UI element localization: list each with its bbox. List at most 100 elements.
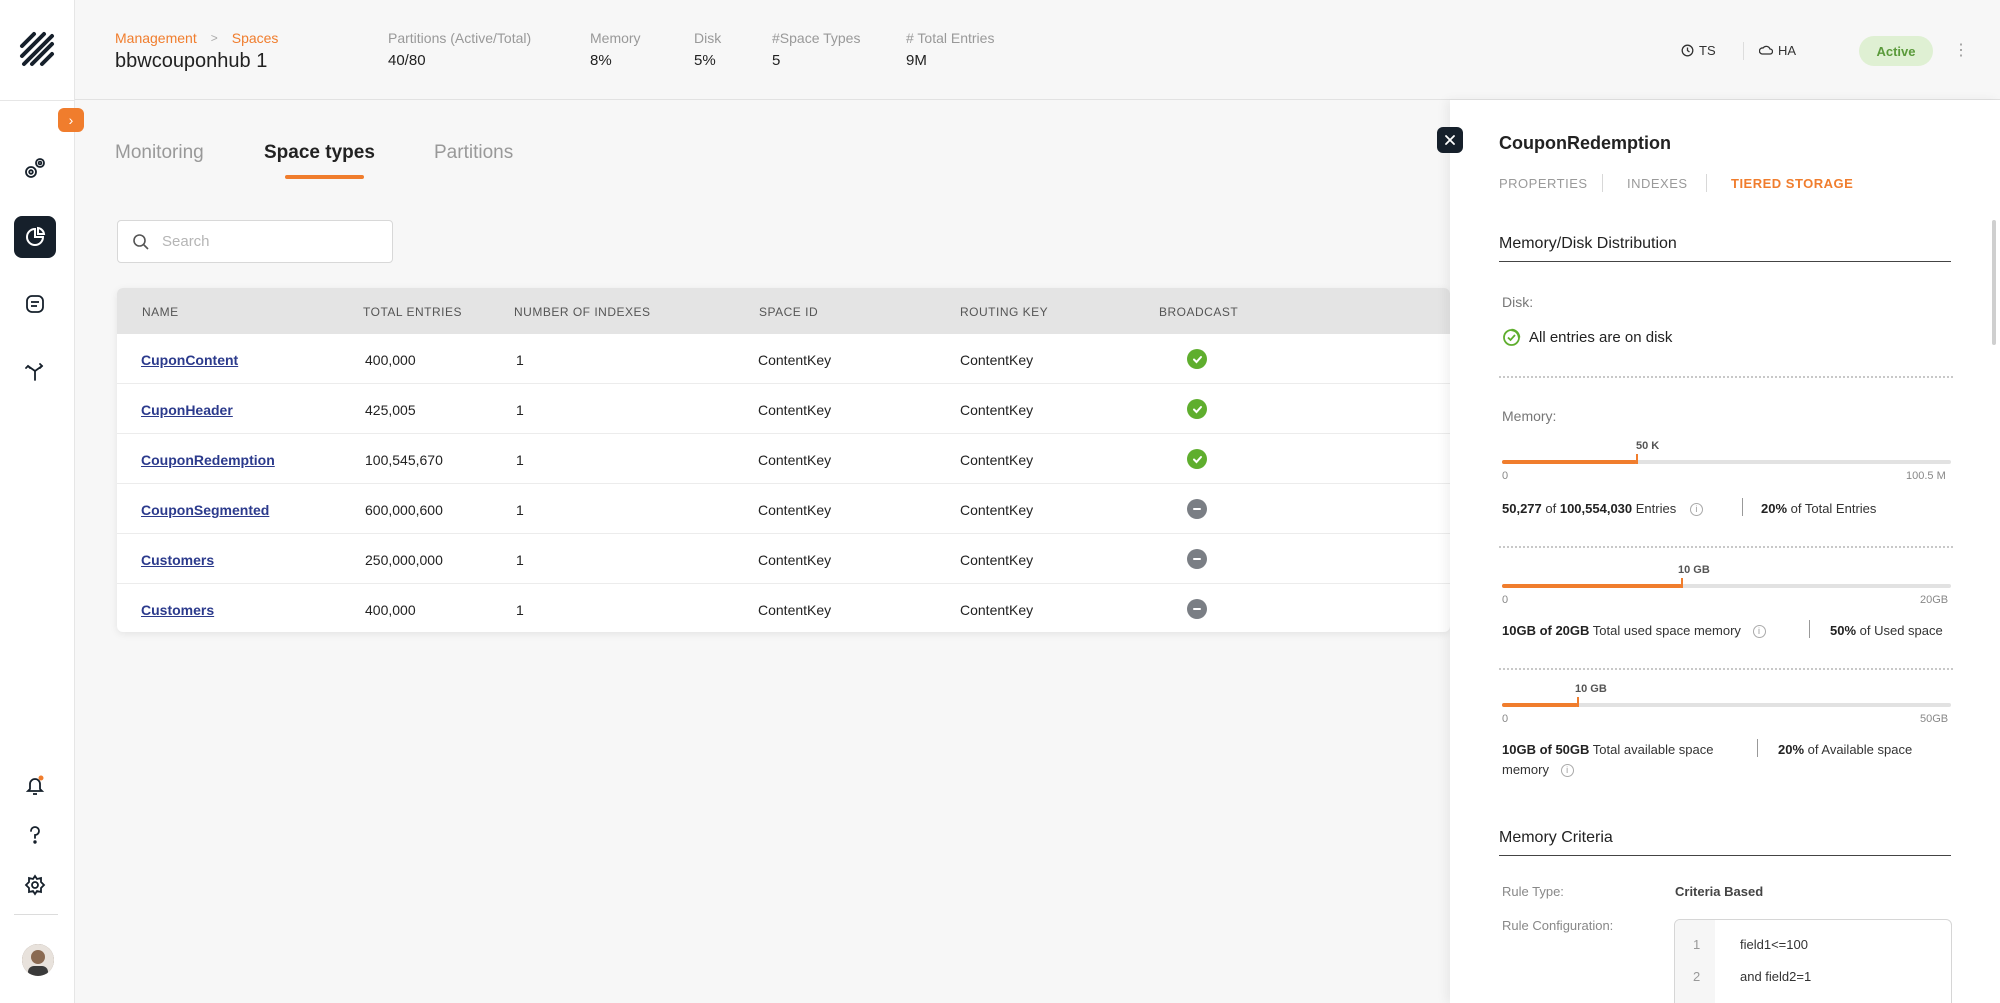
panel-tab-indexes[interactable]: INDEXES [1627, 176, 1688, 191]
table-row[interactable]: Customers 250,000,000 1 ContentKey ContentKe… [117, 534, 1450, 584]
search-input[interactable] [162, 233, 362, 250]
stat-value: 9M [906, 52, 927, 69]
column-header-indexes[interactable]: NUMBER OF INDEXES [514, 305, 651, 319]
rail-bottom-divider [14, 914, 58, 915]
table-row[interactable]: CouponRedemption 100,545,670 1 ContentKey Co… [117, 434, 1450, 484]
nav-settings-cluster[interactable] [14, 148, 56, 190]
nav-routes[interactable] [14, 350, 56, 392]
nav-notifications[interactable] [14, 764, 56, 806]
chip-ts[interactable]: TS [1681, 43, 1716, 58]
breadcrumb-spaces[interactable]: Spaces [232, 30, 279, 46]
search-icon [133, 233, 149, 250]
stat-value: 8% [590, 52, 612, 69]
column-header-routing-key[interactable]: ROUTING KEY [960, 305, 1048, 319]
pie-chart-icon [26, 226, 46, 246]
code-line: field1<=100 [1740, 937, 1808, 952]
table-row[interactable]: CuponHeader 425,005 1 ContentKey ContentKey [117, 384, 1450, 434]
stat-space-types: #Space Types 5 [772, 30, 860, 69]
used-percentage: 50% of Used space [1830, 623, 1943, 638]
memory-label: Memory: [1502, 408, 1557, 424]
line-number: 2 [1693, 969, 1701, 984]
space-type-link[interactable]: CouponSegmented [141, 502, 269, 518]
bell-icon [25, 775, 45, 795]
entries-pct-label: of Total Entries [1787, 501, 1877, 516]
entries-bar [1502, 454, 1951, 464]
app-logo-icon[interactable] [18, 30, 56, 68]
broadcast-minus-icon [1187, 599, 1207, 619]
bar-marker-entries: 50 K [1636, 440, 1660, 452]
panel-tab-tiered-storage[interactable]: TIERED STORAGE [1731, 176, 1853, 191]
cell-routing-key: ContentKey [960, 502, 1034, 518]
nav-documents[interactable] [14, 283, 56, 325]
panel-tab-properties[interactable]: PROPERTIES [1499, 176, 1588, 191]
rule-type-value: Criteria Based [1675, 884, 1764, 899]
used-label: Total used space memory [1589, 623, 1741, 638]
close-panel-button[interactable] [1437, 127, 1463, 153]
used-pct-value: 50% [1830, 623, 1857, 638]
entries-total: 100,554,030 [1559, 501, 1633, 516]
space-type-link[interactable]: Customers [141, 602, 214, 618]
broadcast-check-icon [1187, 449, 1207, 469]
page-header: Management > Spaces bbwcouponhub 1 Parti… [75, 0, 2000, 100]
broadcast-check-icon [1187, 399, 1207, 419]
stat-partitions: Partitions (Active/Total) 40/80 [388, 30, 531, 69]
breadcrumb-management[interactable]: Management [115, 30, 197, 46]
stat-disk: Disk 5% [694, 30, 721, 69]
section-title-criteria: Memory Criteria [1499, 829, 1613, 846]
stat-label: #Space Types [772, 30, 861, 46]
left-nav-rail [0, 0, 75, 1003]
cell-space-id: ContentKey [758, 602, 832, 618]
details-panel: CouponRedemption PROPERTIES INDEXES TIER… [1450, 100, 2000, 1003]
space-type-link[interactable]: CuponContent [141, 352, 238, 368]
space-type-link[interactable]: Customers [141, 552, 214, 568]
dotted-divider [1499, 668, 1953, 670]
info-icon[interactable]: i [1560, 764, 1574, 778]
panel-tab-divider [1706, 174, 1707, 192]
chip-ha[interactable]: HA [1759, 43, 1796, 58]
cell-indexes: 1 [516, 402, 524, 418]
space-type-link[interactable]: CouponRedemption [141, 452, 275, 468]
info-icon[interactable]: i [1752, 625, 1766, 639]
stat-memory: Memory 8% [590, 30, 641, 69]
available-summary: 10GB of 50GB Total available space [1502, 742, 1714, 757]
disk-progress-icon [1503, 328, 1521, 346]
table-row[interactable]: Customers 400,000 1 ContentKey ContentKey [117, 584, 1450, 632]
column-header-broadcast[interactable]: BROADCAST [1159, 305, 1238, 319]
breadcrumb: Management > Spaces [115, 30, 278, 46]
tab-partitions[interactable]: Partitions [434, 142, 513, 164]
user-avatar[interactable] [22, 944, 54, 976]
dotted-divider [1499, 376, 1953, 378]
search-box [117, 220, 393, 263]
available-summary-line2: memory i [1502, 762, 1574, 778]
tab-monitoring[interactable]: Monitoring [115, 142, 204, 164]
stat-value: 5 [772, 52, 781, 69]
tab-space-types[interactable]: Space types [264, 142, 375, 164]
space-type-link[interactable]: CuponHeader [141, 402, 233, 418]
stat-value: 5% [694, 52, 716, 69]
nav-settings[interactable] [14, 864, 56, 906]
table-row[interactable]: CuponContent 400,000 1 ContentKey ContentKey [117, 334, 1450, 384]
column-header-space-id[interactable]: SPACE ID [759, 305, 818, 319]
available-memory-bar [1502, 697, 1951, 707]
table-row[interactable]: CouponSegmented 600,000,600 1 ContentKey Con… [117, 484, 1450, 534]
table-header: NAME TOTAL ENTRIES NUMBER OF INDEXES SPA… [117, 288, 1450, 334]
cell-total-entries: 400,000 [365, 352, 416, 368]
bar-marker-tick [1577, 697, 1580, 707]
disk-status: All entries are on disk [1502, 328, 1672, 347]
nav-help[interactable] [14, 814, 56, 856]
used-value: 10GB of 20GB [1502, 623, 1590, 638]
nav-spaces[interactable] [14, 216, 56, 258]
column-header-name[interactable]: NAME [142, 305, 179, 319]
cloud-icon [1759, 45, 1773, 55]
chevron-right-icon: > [210, 31, 218, 45]
more-options-icon[interactable]: ⋮ [1953, 40, 1969, 60]
entries-pct-value: 20% [1761, 501, 1788, 516]
expand-sidebar-button[interactable]: › [58, 108, 84, 132]
column-header-total-entries[interactable]: TOTAL ENTRIES [363, 305, 462, 319]
available-pct-value: 20% [1778, 742, 1805, 757]
info-icon[interactable]: i [1689, 503, 1703, 517]
chevron-right-icon: › [68, 112, 74, 128]
cell-routing-key: ContentKey [960, 452, 1034, 468]
panel-scrollbar[interactable] [1992, 220, 1996, 345]
rule-config-editor[interactable]: 1 field1<=100 2 and field2=1 [1674, 919, 1952, 1003]
